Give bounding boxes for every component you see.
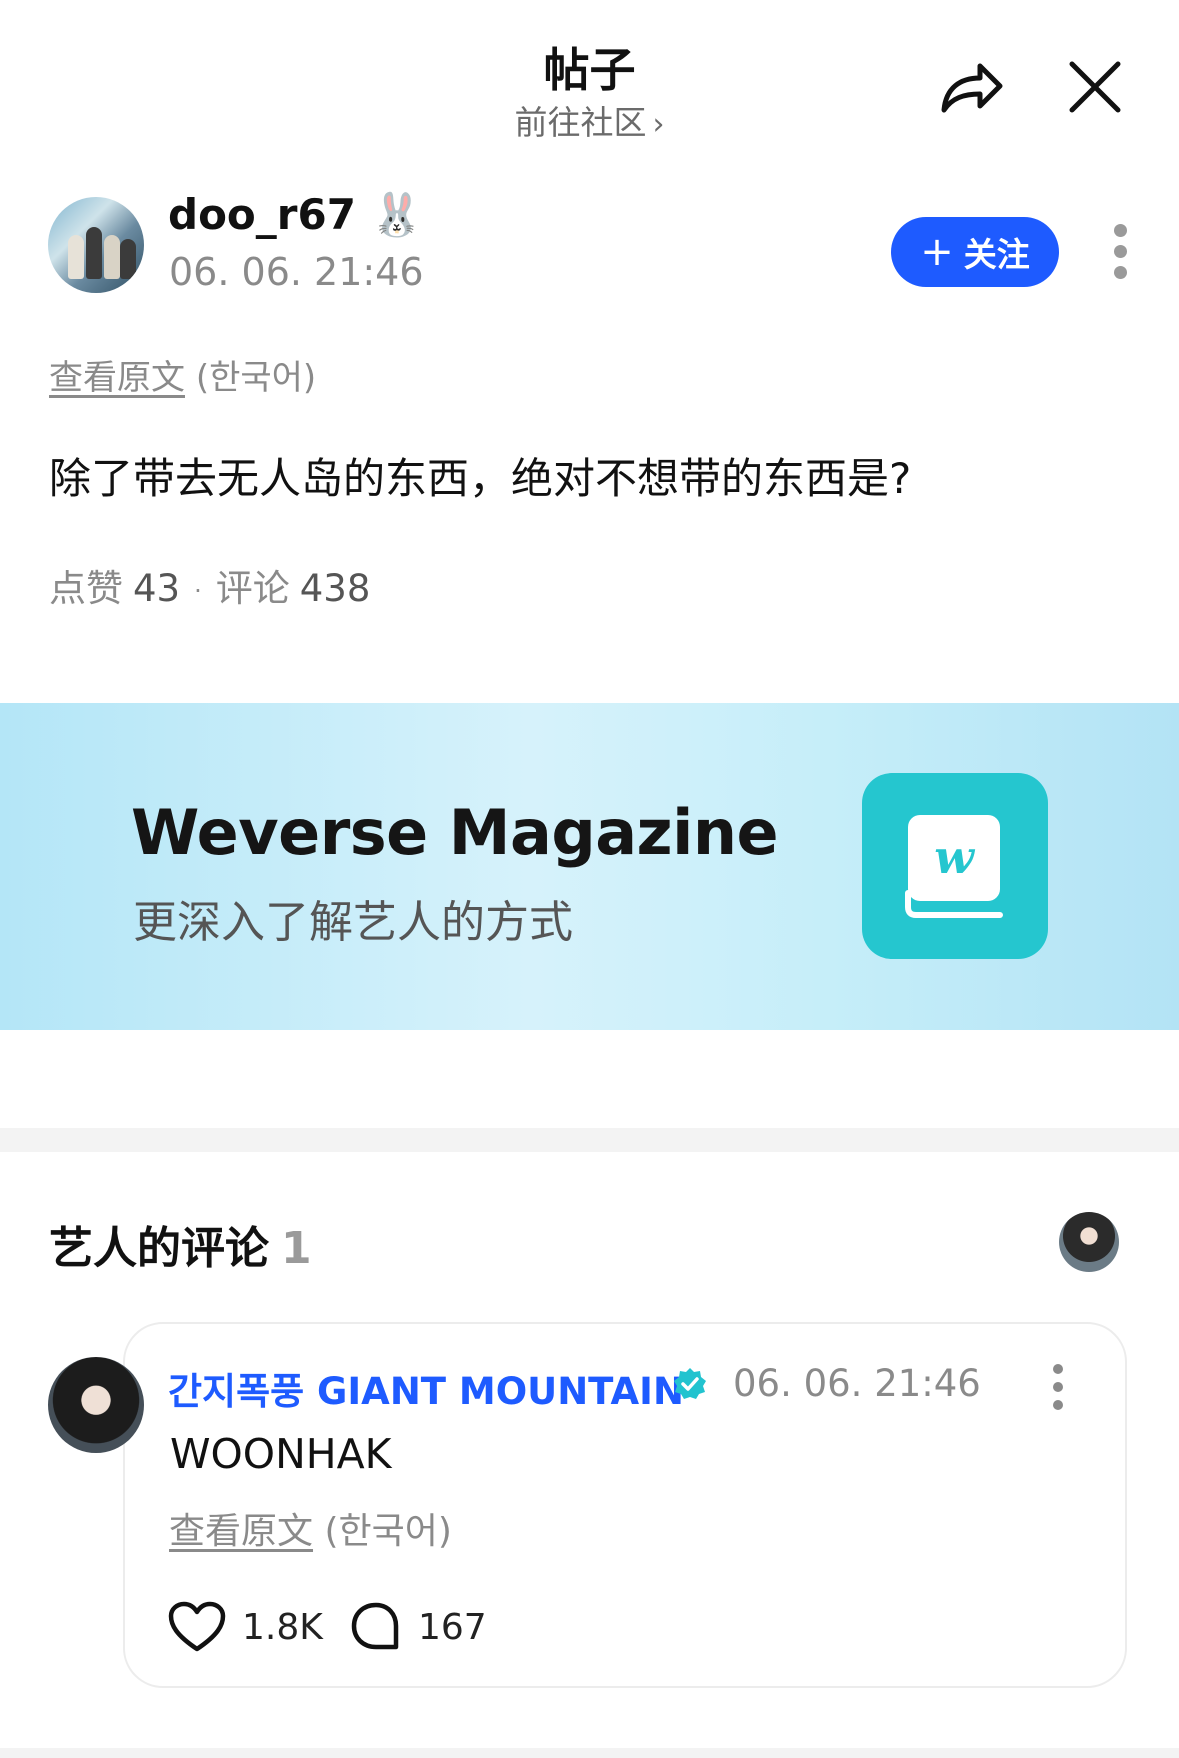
comment-timestamp: 06. 06. 21:46 [733, 1362, 981, 1405]
likes-count: 43 [133, 567, 181, 610]
author-avatar[interactable] [48, 197, 144, 293]
svg-text:w: w [934, 830, 975, 884]
comments-count: 438 [299, 567, 371, 610]
comment-content: WOONHAK [170, 1430, 392, 1478]
comments-label: 评论 [215, 567, 290, 610]
stats-separator: · [194, 576, 202, 605]
author-username: doo_r67 [168, 190, 356, 239]
comment-original-language: (한국어) [324, 1511, 452, 1552]
comment-bubble-icon [351, 1602, 399, 1650]
commenter-avatar[interactable] [48, 1357, 144, 1453]
artist-comments-header: 艺人的评论 1 [49, 1212, 312, 1276]
heart-icon [168, 1601, 226, 1652]
share-button[interactable] [936, 52, 1006, 122]
post-timestamp: 06. 06. 21:46 [169, 250, 424, 294]
commenter-name[interactable]: 간지폭풍 GIANT MOUNTAIN [168, 1361, 684, 1415]
author-name[interactable]: doo_r67 🐰 [168, 190, 423, 240]
close-button[interactable] [1066, 58, 1124, 116]
banner-subtitle: 更深入了解艺人的方式 [133, 897, 573, 948]
view-original-label: 查看原文 [49, 358, 185, 398]
share-icon [941, 63, 1003, 113]
artist-comments-label: 艺人的评论 [49, 1223, 269, 1274]
verified-badge-icon [672, 1366, 708, 1402]
like-count: 1.8K [242, 1606, 323, 1648]
banner-title: Weverse Magazine [131, 796, 779, 869]
artist-comments-count: 1 [281, 1223, 312, 1274]
likes-label: 点赞 [49, 567, 123, 610]
comment-more-options-icon[interactable] [1048, 1364, 1068, 1410]
plus-icon: + [920, 229, 954, 275]
view-original-link[interactable]: 查看原文 (한국어) [49, 350, 316, 399]
chevron-right-icon: › [652, 107, 665, 142]
follow-button[interactable]: + 关注 [891, 217, 1059, 287]
reply-button[interactable]: 167 [350, 1601, 487, 1653]
like-button[interactable]: 1.8K [168, 1601, 323, 1653]
bottom-divider [0, 1748, 1179, 1758]
go-to-community-label: 前往社区 [514, 103, 647, 142]
comment-view-original-link[interactable]: 查看原文 (한국어) [169, 1502, 452, 1554]
close-icon [1069, 61, 1121, 113]
artist-avatar-small[interactable] [1059, 1212, 1119, 1272]
weverse-magazine-book-icon: w [862, 773, 1048, 959]
post-stats: 点赞 43 · 评论 438 [49, 558, 370, 612]
original-language: (한국어) [195, 358, 317, 398]
more-options-icon[interactable] [1110, 224, 1130, 279]
post-content: 除了带去无人岛的东西，绝对不想带的东西是? [49, 454, 912, 503]
author-emoji: 🐰 [370, 190, 423, 239]
follow-label: 关注 [963, 235, 1030, 274]
section-divider [0, 1128, 1179, 1152]
reply-count: 167 [418, 1606, 487, 1648]
comment-view-original-label: 查看原文 [169, 1511, 314, 1552]
